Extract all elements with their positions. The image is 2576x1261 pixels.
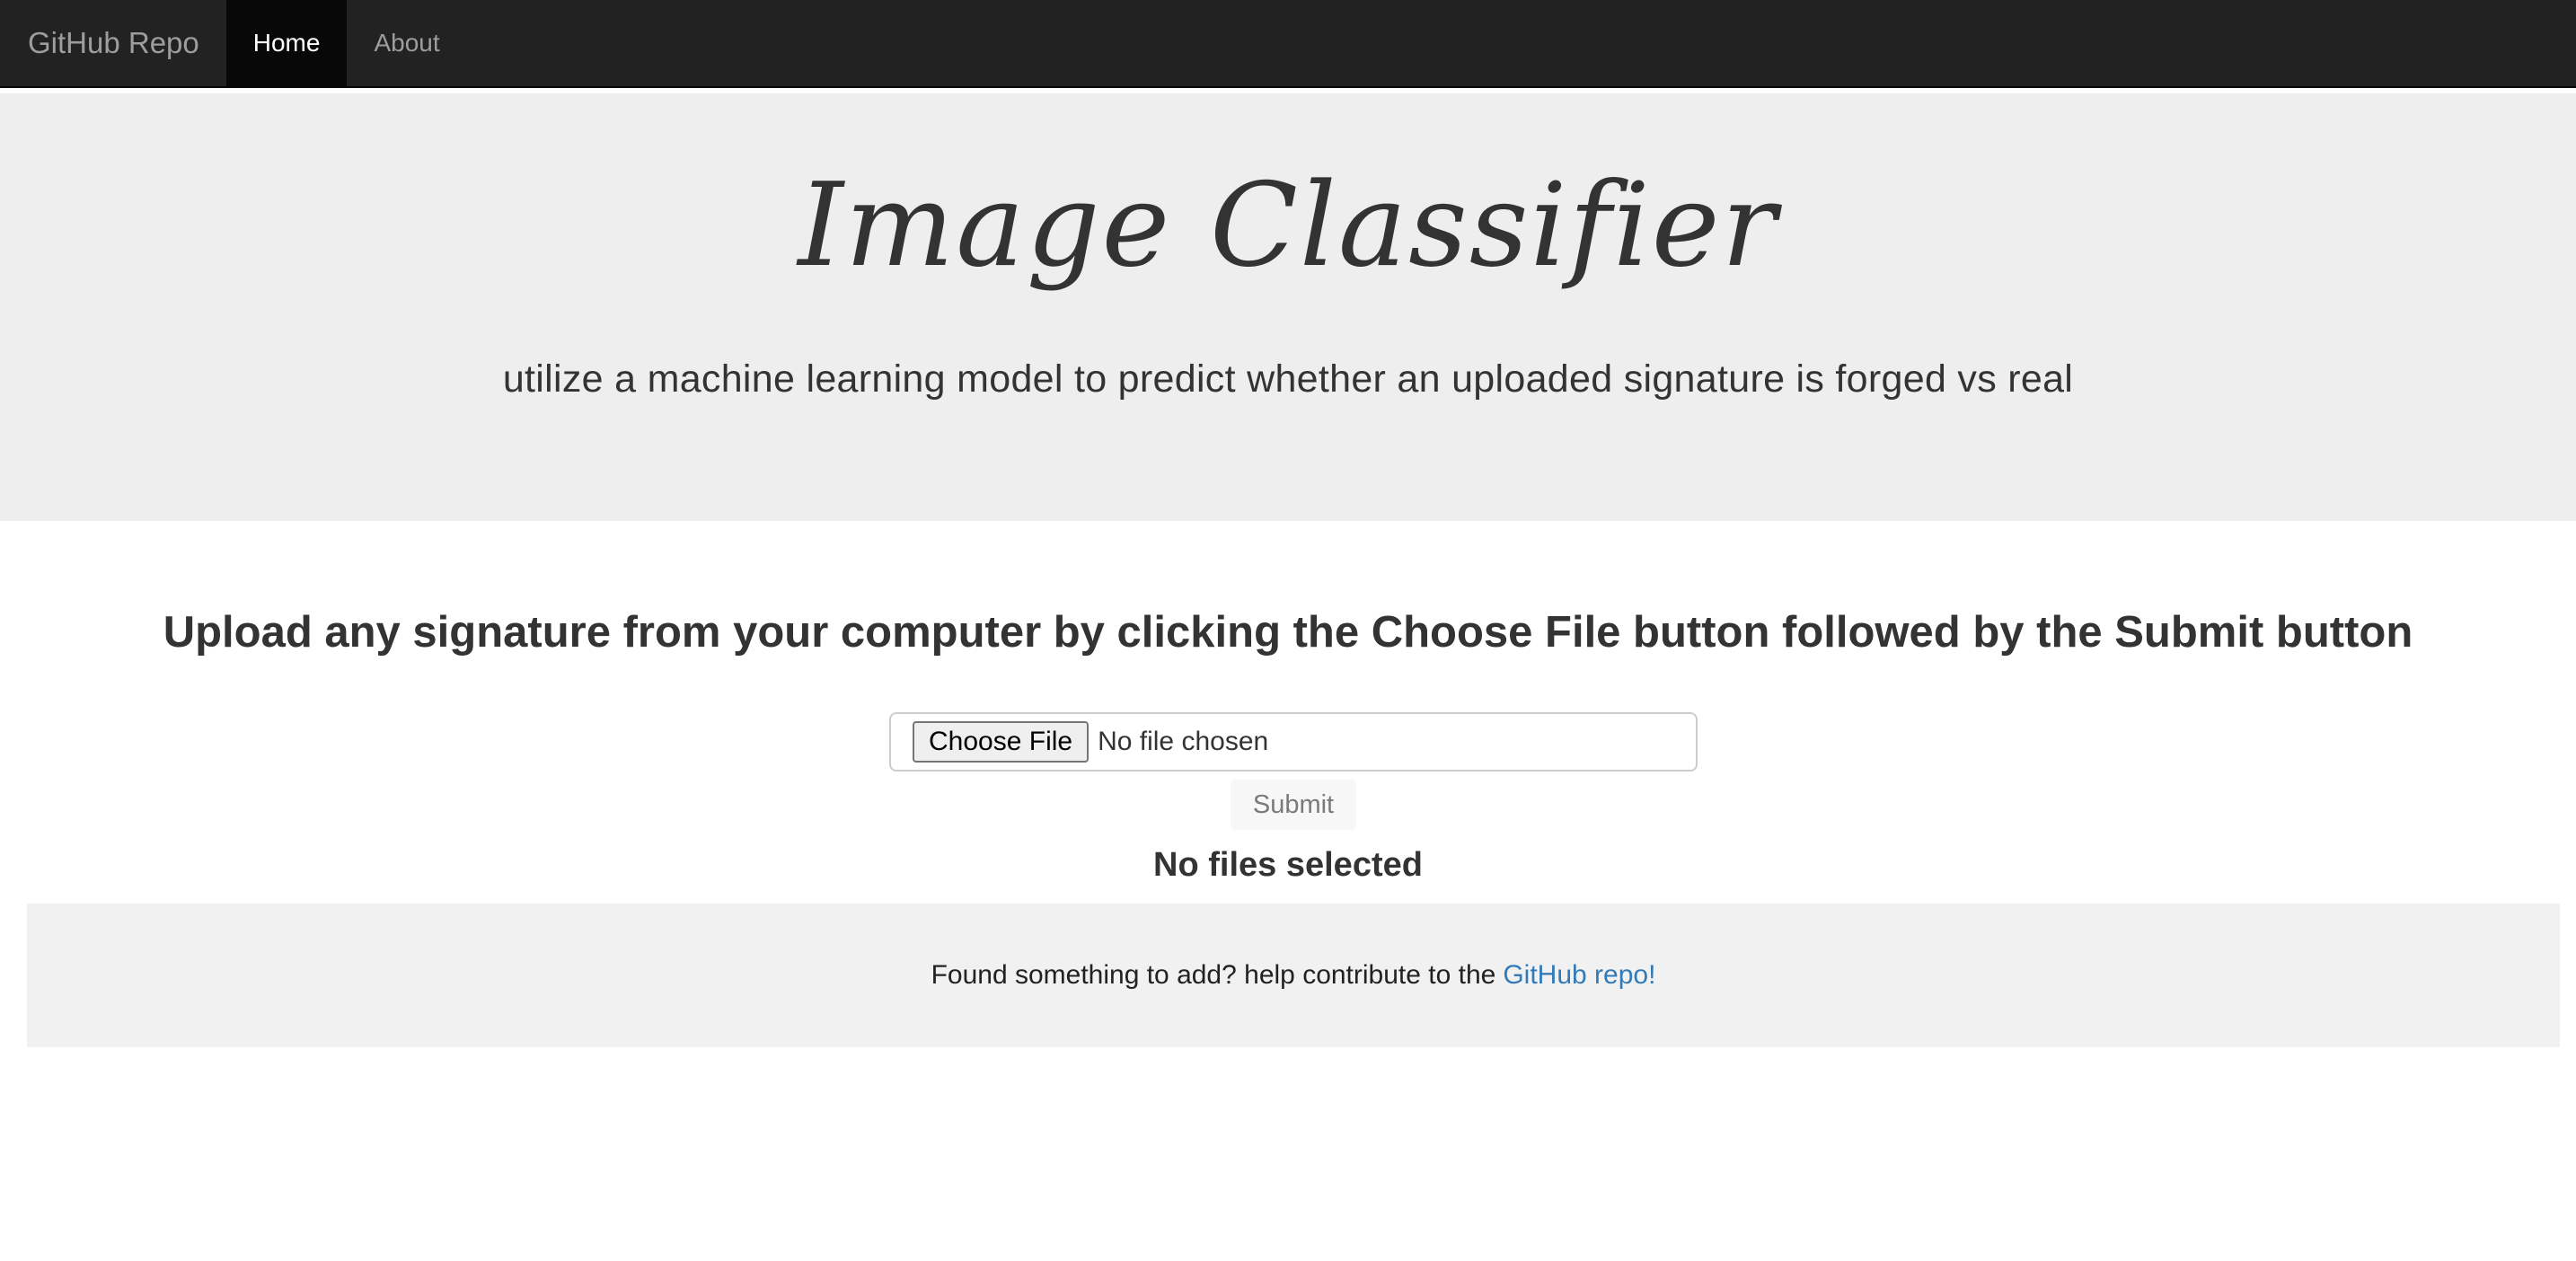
page-title: Image Classifier — [798, 159, 1778, 293]
brand-link[interactable]: GitHub Repo — [0, 0, 226, 86]
hero-banner — [0, 93, 2576, 521]
footer: Found something to add? help contribute … — [27, 904, 2560, 1047]
github-repo-link[interactable]: GitHub repo! — [1503, 960, 1655, 991]
top-navbar: GitHub Repo Home About — [0, 0, 2576, 88]
nav-item-about[interactable]: About — [347, 0, 466, 86]
page-subtitle: utilize a machine learning model to pred… — [502, 357, 2074, 401]
choose-file-button[interactable]: Choose File — [913, 721, 1090, 763]
nav-item-home[interactable]: Home — [225, 0, 348, 86]
file-input[interactable]: Choose File No file chosen — [889, 712, 1698, 772]
result-message: No files selected — [1153, 846, 1423, 884]
footer-text: Found something to add? help contribute … — [931, 960, 1496, 990]
submit-button[interactable]: Submit — [1231, 780, 1356, 830]
upload-instructions: Upload any signature from your computer … — [163, 608, 2413, 657]
file-status-text: No file chosen — [1098, 727, 1269, 756]
